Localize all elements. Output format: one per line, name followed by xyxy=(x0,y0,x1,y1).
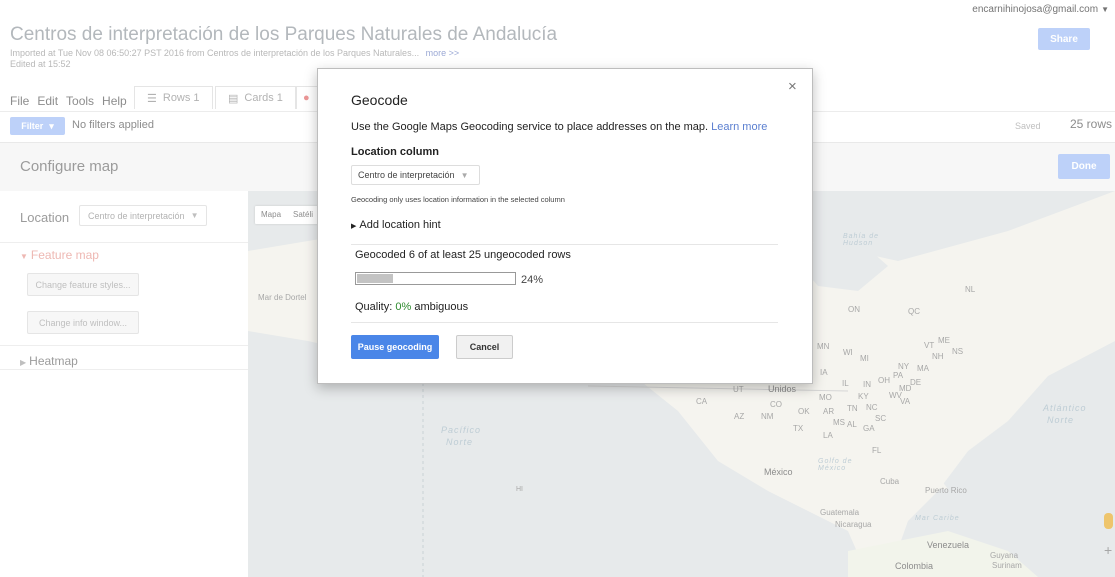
quality-line: Quality: 0% ambiguous xyxy=(355,301,468,313)
location-column-value: Centro de interpretación xyxy=(358,170,455,180)
triangle-right-icon: ▶ xyxy=(351,223,357,230)
caret-down-icon: ▼ xyxy=(460,170,469,180)
dialog-description: Use the Google Maps Geocoding service to… xyxy=(351,121,767,133)
cancel-button[interactable]: Cancel xyxy=(456,335,513,359)
close-icon[interactable]: × xyxy=(788,78,797,95)
pause-geocoding-button[interactable]: Pause geocoding xyxy=(351,335,439,359)
quality-label: Quality: xyxy=(355,301,393,313)
geocode-progress-bar xyxy=(355,272,516,285)
add-location-hint[interactable]: ▶ Add location hint xyxy=(351,219,441,231)
divider xyxy=(351,322,778,323)
location-column-hint: Geocoding only uses location information… xyxy=(351,195,565,204)
add-location-hint-label: Add location hint xyxy=(359,219,441,231)
progress-fill xyxy=(357,274,394,283)
geocode-status: Geocoded 6 of at least 25 ungeocoded row… xyxy=(355,249,571,261)
location-column-select[interactable]: Centro de interpretación ▼ xyxy=(351,165,480,185)
progress-percent: 24% xyxy=(521,274,544,286)
location-column-label: Location column xyxy=(351,146,439,158)
learn-more-link[interactable]: Learn more xyxy=(711,121,767,133)
divider xyxy=(351,244,778,245)
quality-value: 0% xyxy=(395,301,412,313)
description-text: Use the Google Maps Geocoding service to… xyxy=(351,121,709,133)
quality-suffix: ambiguous xyxy=(414,301,469,313)
dialog-title: Geocode xyxy=(351,92,408,108)
